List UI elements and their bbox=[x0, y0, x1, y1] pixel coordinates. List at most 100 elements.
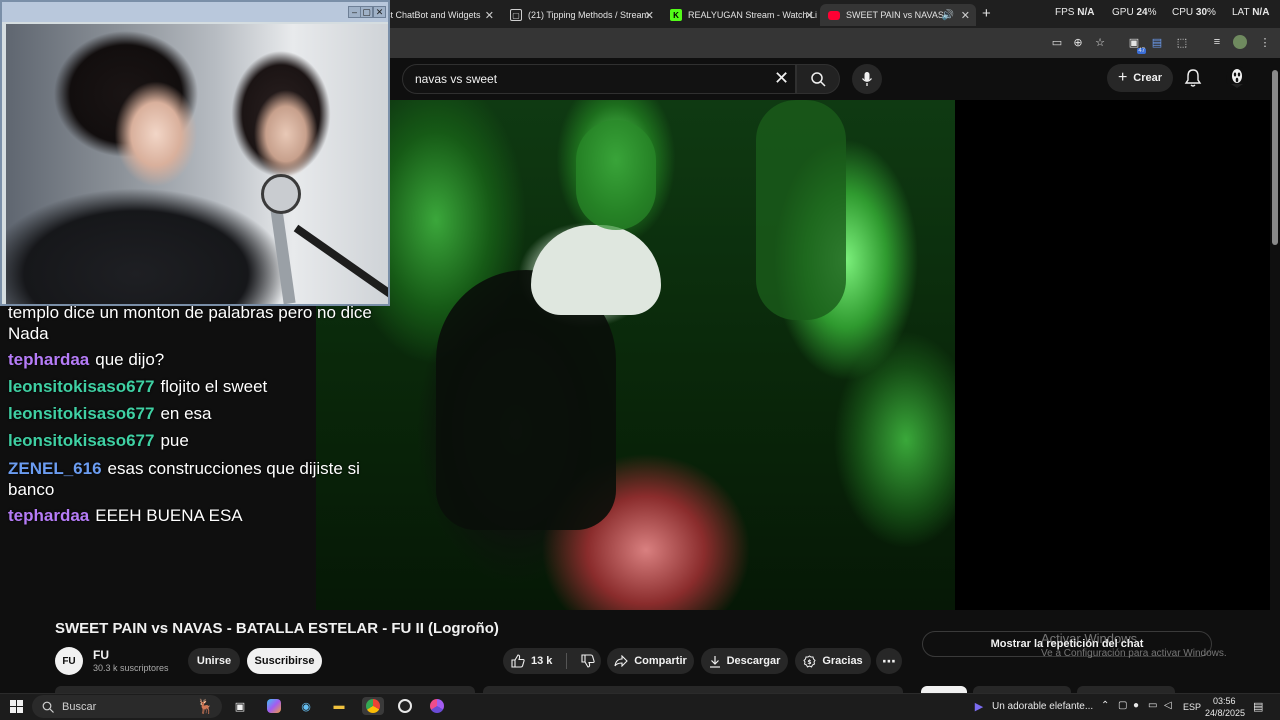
profile-icon[interactable] bbox=[1232, 34, 1248, 50]
youtube-icon bbox=[828, 10, 840, 20]
chat-message: tephardaa que dijo? bbox=[8, 350, 165, 369]
tab-close-icon[interactable]: ✕ bbox=[961, 9, 970, 22]
language-indicator[interactable]: ESP bbox=[1183, 702, 1201, 712]
mic-arm bbox=[293, 224, 388, 301]
tab-close-icon[interactable]: ✕ bbox=[645, 9, 654, 22]
channel-avatar[interactable]: FU bbox=[55, 647, 83, 675]
network-icon[interactable]: ▭ bbox=[1148, 700, 1157, 711]
windows-start-icon[interactable] bbox=[7, 697, 25, 715]
create-button[interactable]: + Crear bbox=[1107, 64, 1173, 92]
share-button[interactable]: Compartir bbox=[607, 648, 694, 674]
join-button[interactable]: Unirse bbox=[188, 648, 240, 674]
scrollbar-thumb[interactable] bbox=[1272, 70, 1278, 245]
like-count: 13 k bbox=[531, 655, 553, 667]
share-icon bbox=[614, 655, 628, 667]
kick-icon: K bbox=[670, 9, 682, 21]
doc-icon: ▢ bbox=[510, 9, 522, 21]
search-button[interactable] bbox=[796, 64, 840, 94]
chat-message: leonsitokisaso677 en esa bbox=[8, 404, 212, 423]
svg-text:$: $ bbox=[808, 659, 812, 666]
browser-tab[interactable]: ▢ (21) Tipping Methods / Stream ✕ bbox=[502, 4, 660, 26]
like-dislike-group: 13 k bbox=[503, 648, 601, 674]
microphone bbox=[261, 174, 301, 214]
more-icon: ⋯ bbox=[882, 652, 896, 669]
chat-message: banco bbox=[8, 480, 55, 499]
perf-cpu: CPU 30% bbox=[1172, 7, 1216, 18]
speaker-icon[interactable]: 🔊 bbox=[942, 10, 954, 21]
reading-list-icon[interactable]: ≡ bbox=[1209, 34, 1225, 50]
browser-tab[interactable]: st ChatBot and Widgets ✕ bbox=[378, 4, 500, 26]
copilot-icon[interactable] bbox=[265, 697, 283, 715]
video-player[interactable] bbox=[316, 100, 955, 610]
voice-search-button[interactable] bbox=[852, 64, 882, 94]
taskbar-search[interactable]: Buscar 🦌 bbox=[32, 695, 222, 718]
video-title: SWEET PAIN vs NAVAS - BATALLA ESTELAR - … bbox=[55, 620, 499, 637]
task-view-icon[interactable]: ▣ bbox=[231, 697, 249, 715]
clock-time[interactable]: 03:56 bbox=[1213, 696, 1236, 706]
chat-message: leonsitokisaso677 pue bbox=[8, 431, 189, 450]
browser-tab[interactable]: K REALYUGAN Stream - Watch Li ✕ bbox=[662, 4, 820, 26]
webcam-titlebar bbox=[2, 2, 388, 22]
chat-username: tephardaa bbox=[8, 350, 90, 369]
search-text: navas vs sweet bbox=[415, 72, 498, 86]
menu-icon[interactable]: ⋮ bbox=[1257, 34, 1273, 50]
file-explorer-icon[interactable]: ▬ bbox=[330, 697, 348, 715]
now-playing-text[interactable]: Un adorable elefante... bbox=[992, 701, 1093, 712]
search-icon bbox=[42, 701, 54, 713]
obs-icon[interactable] bbox=[396, 697, 414, 715]
clock-date[interactable]: 24/8/2025 bbox=[1205, 708, 1245, 718]
like-button[interactable]: 13 k bbox=[511, 654, 552, 668]
tray-icon[interactable]: ▢ bbox=[1118, 700, 1127, 711]
webcam-window: – ▢ ✕ bbox=[0, 0, 390, 306]
thanks-icon: $ bbox=[803, 654, 816, 668]
volume-icon[interactable]: ◁ bbox=[1164, 700, 1172, 711]
tab-title: st ChatBot and Widgets bbox=[386, 10, 481, 20]
download-button[interactable]: Descargar bbox=[701, 648, 788, 674]
microphone-tray-icon[interactable]: ● bbox=[1133, 700, 1139, 711]
ghostface-icon bbox=[1231, 69, 1243, 88]
taskbar-search-placeholder: Buscar bbox=[62, 700, 97, 713]
cast-icon[interactable]: ▭ bbox=[1049, 34, 1065, 50]
chrome-icon[interactable] bbox=[362, 697, 384, 715]
tab-close-icon[interactable]: ✕ bbox=[805, 9, 814, 22]
subscriber-count: 30.3 k suscriptores bbox=[93, 663, 169, 673]
secondary-column bbox=[955, 100, 1270, 610]
windows-activation-title: Activar Windows bbox=[1041, 631, 1138, 646]
steam-icon[interactable]: ◉ bbox=[297, 697, 315, 715]
chevron-up-icon[interactable]: ⌃ bbox=[1101, 700, 1109, 711]
thumbs-up-icon bbox=[511, 654, 525, 668]
channel-name[interactable]: FU bbox=[93, 648, 109, 662]
extension-badge-icon[interactable]: ▣ 47 bbox=[1126, 34, 1146, 54]
close-icon[interactable]: ✕ bbox=[373, 6, 386, 18]
new-tab-button[interactable]: + bbox=[982, 5, 991, 22]
divider bbox=[566, 653, 568, 669]
zoom-icon[interactable]: ⊕ bbox=[1070, 34, 1086, 50]
chat-message: ZENEL_616 esas construcciones que dijiste… bbox=[8, 459, 360, 478]
bell-icon[interactable] bbox=[1184, 68, 1202, 88]
chrome-profile-icon[interactable] bbox=[428, 697, 446, 715]
create-label: Crear bbox=[1133, 72, 1163, 84]
chat-message: tephardaa EEEH BUENA ESA bbox=[8, 506, 243, 525]
puzzle-icon[interactable]: ⬚ bbox=[1174, 34, 1190, 50]
more-actions-button[interactable]: ⋯ bbox=[876, 648, 902, 674]
microphone-icon bbox=[861, 72, 873, 86]
webcam-feed bbox=[6, 24, 388, 304]
clear-search-icon[interactable]: ✕ bbox=[774, 69, 789, 87]
media-player-icon[interactable]: ▶ bbox=[970, 697, 988, 715]
tab-title: REALYUGAN Stream - Watch Li bbox=[688, 10, 818, 20]
account-avatar[interactable] bbox=[1226, 66, 1248, 90]
thanks-button[interactable]: $ Gracias bbox=[795, 648, 871, 674]
tab-close-icon[interactable]: ✕ bbox=[485, 9, 494, 22]
deer-illustration-icon: 🦌 bbox=[196, 698, 214, 714]
white-cap bbox=[531, 225, 661, 315]
subscribe-button[interactable]: Suscribirse bbox=[247, 648, 322, 674]
perf-fps: FPS N/A bbox=[1055, 7, 1095, 18]
translate-icon[interactable]: ▤ bbox=[1149, 34, 1165, 50]
search-input[interactable]: navas vs sweet bbox=[402, 64, 796, 94]
notification-icon[interactable]: ▤ bbox=[1253, 700, 1263, 713]
chat-username: ZENEL_616 bbox=[8, 459, 102, 478]
thumbs-down-icon[interactable] bbox=[581, 654, 596, 668]
star-icon[interactable]: ☆ bbox=[1092, 34, 1108, 50]
browser-tab-active[interactable]: SWEET PAIN vs NAVAS - BA 🔊 ✕ bbox=[820, 4, 976, 26]
maximize-icon[interactable]: ▢ bbox=[360, 6, 373, 18]
